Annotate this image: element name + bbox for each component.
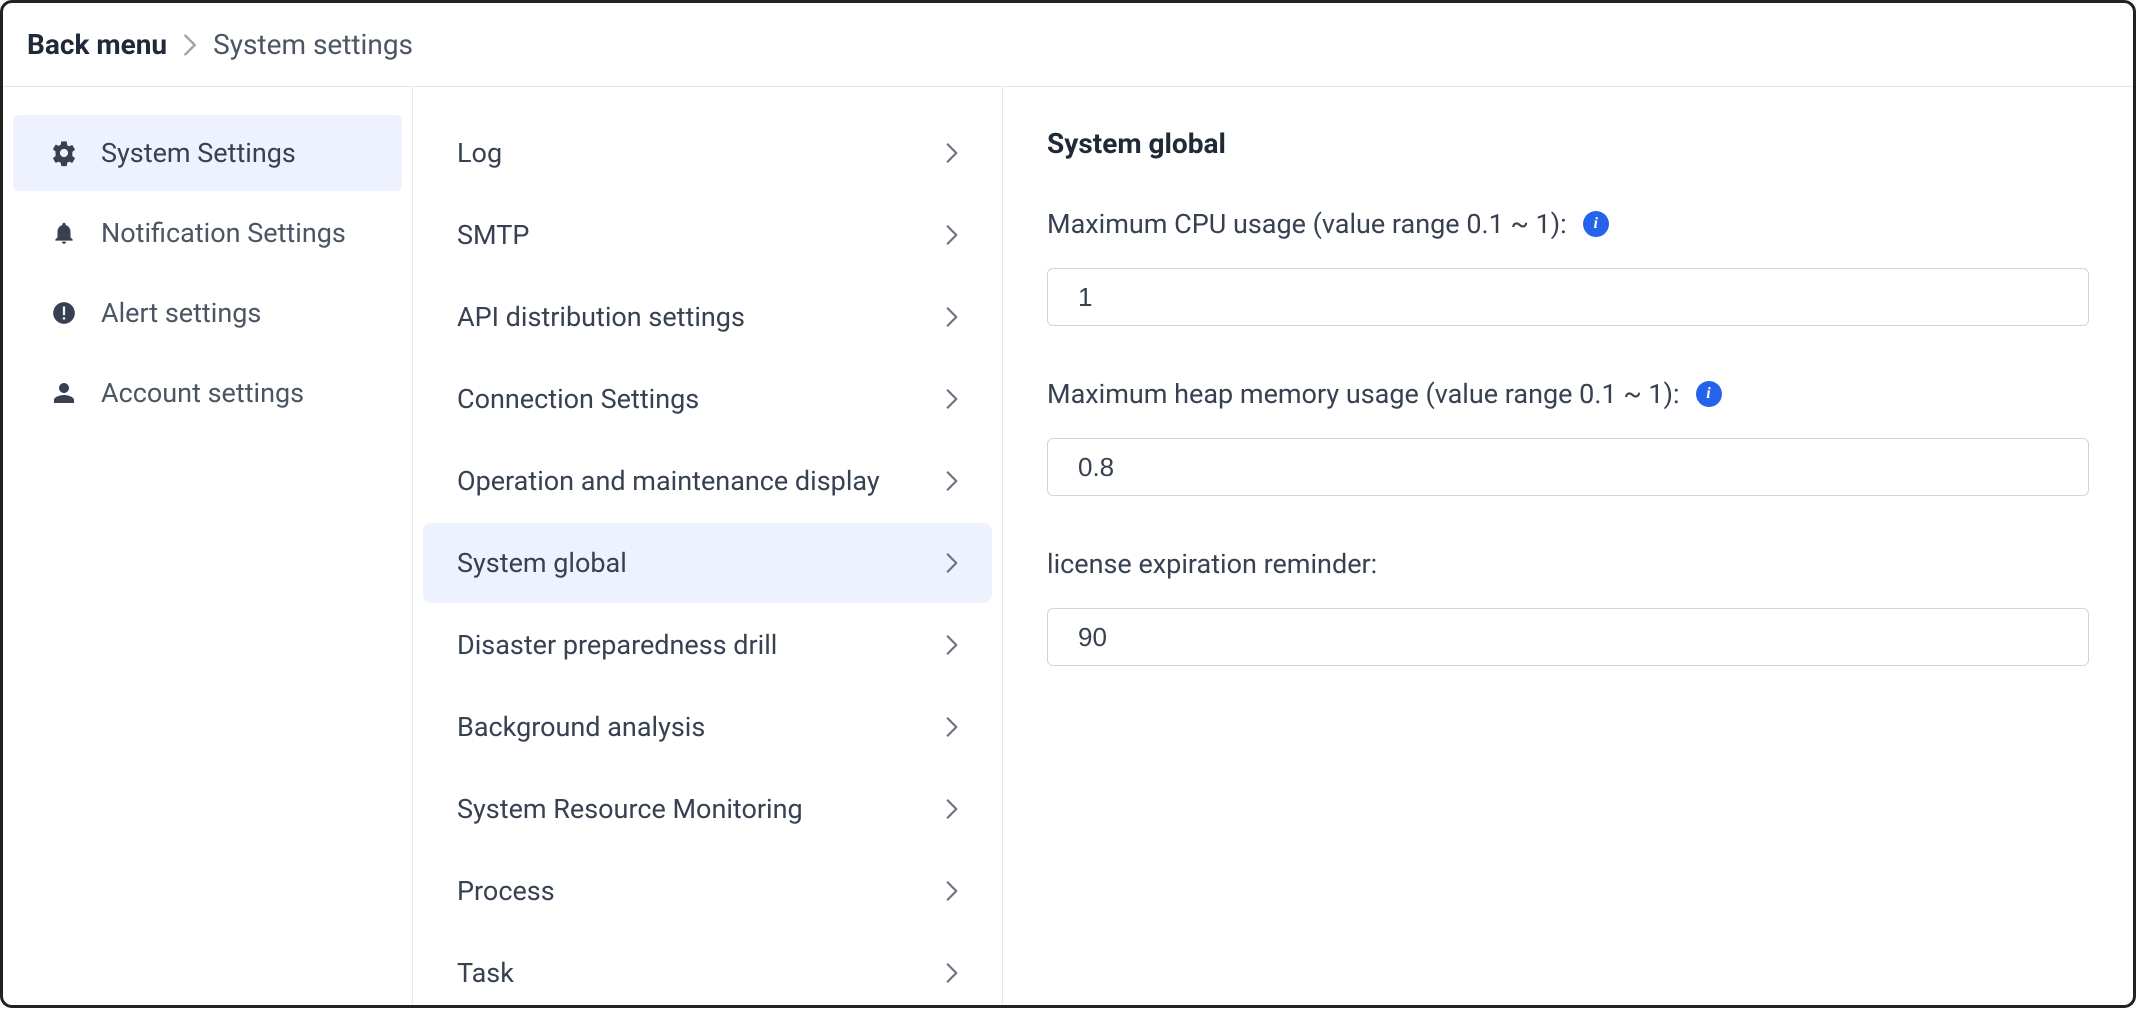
chevron-right-icon (946, 553, 958, 573)
chevron-right-icon (946, 635, 958, 655)
content-title: System global (1047, 127, 2089, 160)
gear-icon (49, 138, 79, 168)
breadcrumb-back[interactable]: Back menu (27, 28, 167, 61)
breadcrumb: Back menu System settings (3, 3, 2133, 87)
sidebar-item-alert-settings[interactable]: Alert settings (13, 275, 402, 351)
chevron-right-icon (946, 881, 958, 901)
chevron-right-icon (946, 143, 958, 163)
field-label-text: license expiration reminder: (1047, 548, 1377, 580)
secondary-item-resource-monitoring[interactable]: System Resource Monitoring (423, 769, 992, 849)
chevron-right-icon (946, 963, 958, 983)
alert-icon (49, 298, 79, 328)
secondary-item-label: System Resource Monitoring (457, 793, 803, 825)
secondary-item-connection-settings[interactable]: Connection Settings (423, 359, 992, 439)
chevron-right-icon (946, 225, 958, 245)
chevron-right-icon (946, 307, 958, 327)
secondary-item-label: System global (457, 547, 627, 579)
bell-icon (49, 218, 79, 248)
secondary-item-operation-maintenance[interactable]: Operation and maintenance display (423, 441, 992, 521)
sidebar-primary: System Settings Notification Settings Al… (3, 87, 413, 1005)
secondary-item-label: Log (457, 137, 502, 169)
secondary-item-label: API distribution settings (457, 301, 745, 333)
input-max-cpu[interactable] (1047, 268, 2089, 326)
secondary-item-log[interactable]: Log (423, 113, 992, 193)
breadcrumb-current: System settings (213, 28, 413, 61)
user-icon (49, 378, 79, 408)
secondary-item-background-analysis[interactable]: Background analysis (423, 687, 992, 767)
info-icon[interactable]: i (1583, 211, 1609, 237)
field-max-cpu: Maximum CPU usage (value range 0.1 ~ 1):… (1047, 208, 2089, 326)
sidebar-item-label: System Settings (101, 137, 296, 169)
field-label-text: Maximum heap memory usage (value range 0… (1047, 378, 1680, 410)
secondary-item-process[interactable]: Process (423, 851, 992, 931)
secondary-item-label: Process (457, 875, 555, 907)
field-label-text: Maximum CPU usage (value range 0.1 ~ 1): (1047, 208, 1567, 240)
chevron-right-icon (946, 717, 958, 737)
sidebar-item-label: Alert settings (101, 297, 261, 329)
secondary-item-label: Operation and maintenance display (457, 465, 880, 497)
chevron-right-icon (946, 389, 958, 409)
content-panel: System global Maximum CPU usage (value r… (1003, 87, 2133, 1005)
secondary-item-label: SMTP (457, 219, 529, 251)
secondary-item-smtp[interactable]: SMTP (423, 195, 992, 275)
secondary-item-label: Connection Settings (457, 383, 699, 415)
sidebar-item-notification-settings[interactable]: Notification Settings (13, 195, 402, 271)
sidebar-secondary: Log SMTP API distribution settings Conne… (413, 87, 1003, 1005)
chevron-right-icon (946, 471, 958, 491)
chevron-right-icon (946, 799, 958, 819)
secondary-item-task[interactable]: Task (423, 933, 992, 1013)
secondary-item-system-global[interactable]: System global (423, 523, 992, 603)
chevron-right-icon (183, 34, 197, 56)
sidebar-item-system-settings[interactable]: System Settings (13, 115, 402, 191)
secondary-item-label: Disaster preparedness drill (457, 629, 777, 661)
secondary-item-disaster-drill[interactable]: Disaster preparedness drill (423, 605, 992, 685)
secondary-item-label: Background analysis (457, 711, 705, 743)
secondary-item-label: Task (457, 957, 514, 989)
field-license-reminder: license expiration reminder: (1047, 548, 2089, 666)
info-icon[interactable]: i (1696, 381, 1722, 407)
sidebar-item-label: Account settings (101, 377, 304, 409)
secondary-item-api-distribution[interactable]: API distribution settings (423, 277, 992, 357)
input-license-reminder[interactable] (1047, 608, 2089, 666)
input-max-heap[interactable] (1047, 438, 2089, 496)
sidebar-item-label: Notification Settings (101, 217, 346, 249)
field-max-heap: Maximum heap memory usage (value range 0… (1047, 378, 2089, 496)
sidebar-item-account-settings[interactable]: Account settings (13, 355, 402, 431)
